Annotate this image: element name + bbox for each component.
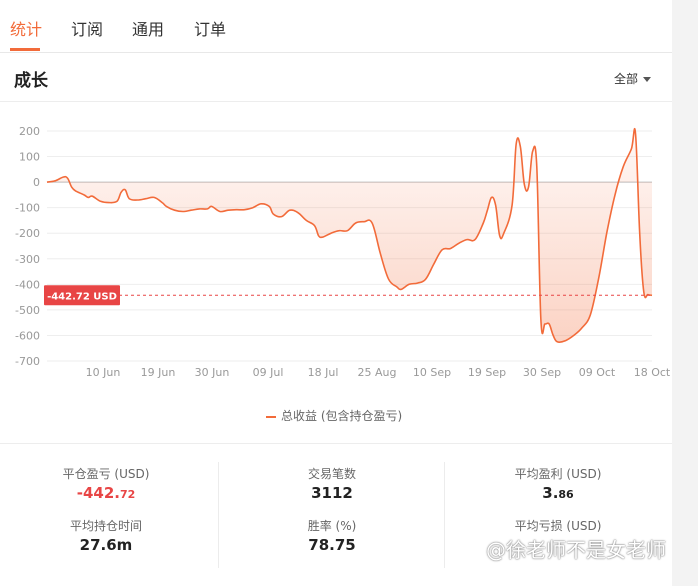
x-tick-label: 30 Sep <box>523 366 561 379</box>
y-tick-label: 200 <box>19 125 40 138</box>
x-tick-label: 10 Jun <box>86 366 121 379</box>
x-tick-label: 18 Jul <box>308 366 339 379</box>
stat-trade-count-label: 交易笔数 <box>307 467 356 481</box>
stat-avg-hold-time-value: 27.6m <box>79 536 133 554</box>
stat-avg-hold-time-label: 平均持仓时间 <box>69 519 142 533</box>
x-tick-label: 25 Aug <box>358 366 397 379</box>
right-edge-panel <box>672 0 698 586</box>
legend-label: 总收益 (包含持仓盈亏) <box>281 409 403 423</box>
x-tick-label: 19 Sep <box>468 366 506 379</box>
y-tick-label: 0 <box>33 176 40 189</box>
top-tab-bar: 统计 订阅 通用 订单 <box>0 0 672 53</box>
y-tick-label: -200 <box>15 227 40 240</box>
y-tick-label: -500 <box>15 304 40 317</box>
growth-chart: 200 100 0 -100 -200 -300 -400 -500 -600 -700 10 J… <box>15 125 671 379</box>
tab-subscribe[interactable]: 订阅 <box>71 16 103 40</box>
stat-closed-pnl-value: -442.72 <box>76 484 136 502</box>
y-tick-label: -600 <box>15 329 40 342</box>
x-tick-label: 10 Sep <box>413 366 451 379</box>
stat-avg-profit-value: 3.86 <box>542 484 574 502</box>
filter-label: 全部 <box>614 72 639 86</box>
y-tick-label: -400 <box>15 278 40 291</box>
tab-general[interactable]: 通用 <box>132 16 164 40</box>
stats-separator-2 <box>444 462 445 568</box>
stat-avg-loss-label: 平均亏损 (USD) <box>514 519 602 533</box>
stat-avg-profit-label: 平均盈利 (USD) <box>514 467 602 481</box>
tab-orders[interactable]: 订单 <box>194 16 226 40</box>
x-tick-label: 18 Oct <box>634 366 671 379</box>
stats-separator-1 <box>218 462 219 568</box>
x-tick-label: 30 Jun <box>195 366 230 379</box>
y-tick-label: -300 <box>15 253 40 266</box>
section-divider <box>0 101 672 102</box>
chart-legend[interactable]: 总收益 (包含持仓盈亏) <box>266 407 402 424</box>
stat-closed-pnl-label: 平仓盈亏 (USD) <box>62 467 150 481</box>
caret-down-icon <box>643 77 652 82</box>
current-value-tag: -442.72 USD <box>44 285 120 306</box>
stat-trade-count-value: 3112 <box>311 484 353 502</box>
period-filter-dropdown[interactable]: 全部 <box>614 70 652 87</box>
current-value-tag-label: -442.72 USD <box>47 291 117 302</box>
tab-statistics[interactable]: 统计 <box>10 16 42 40</box>
stat-win-rate-value: 78.75 <box>308 536 356 554</box>
x-tick-label: 09 Jul <box>253 366 284 379</box>
legend-swatch <box>266 415 276 418</box>
y-tick-label: 100 <box>19 151 40 164</box>
active-tab-indicator <box>10 48 40 51</box>
x-tick-label: 19 Jun <box>141 366 176 379</box>
x-tick-label: 09 Oct <box>579 366 616 379</box>
stats-divider <box>0 443 672 444</box>
y-tick-label: -700 <box>15 355 40 368</box>
y-tick-label: -100 <box>15 202 40 215</box>
section-title: 成长 <box>14 71 48 91</box>
watermark: @徐老师不是女老师 <box>486 538 666 562</box>
stat-win-rate-label: 胜率 (%) <box>307 519 357 533</box>
